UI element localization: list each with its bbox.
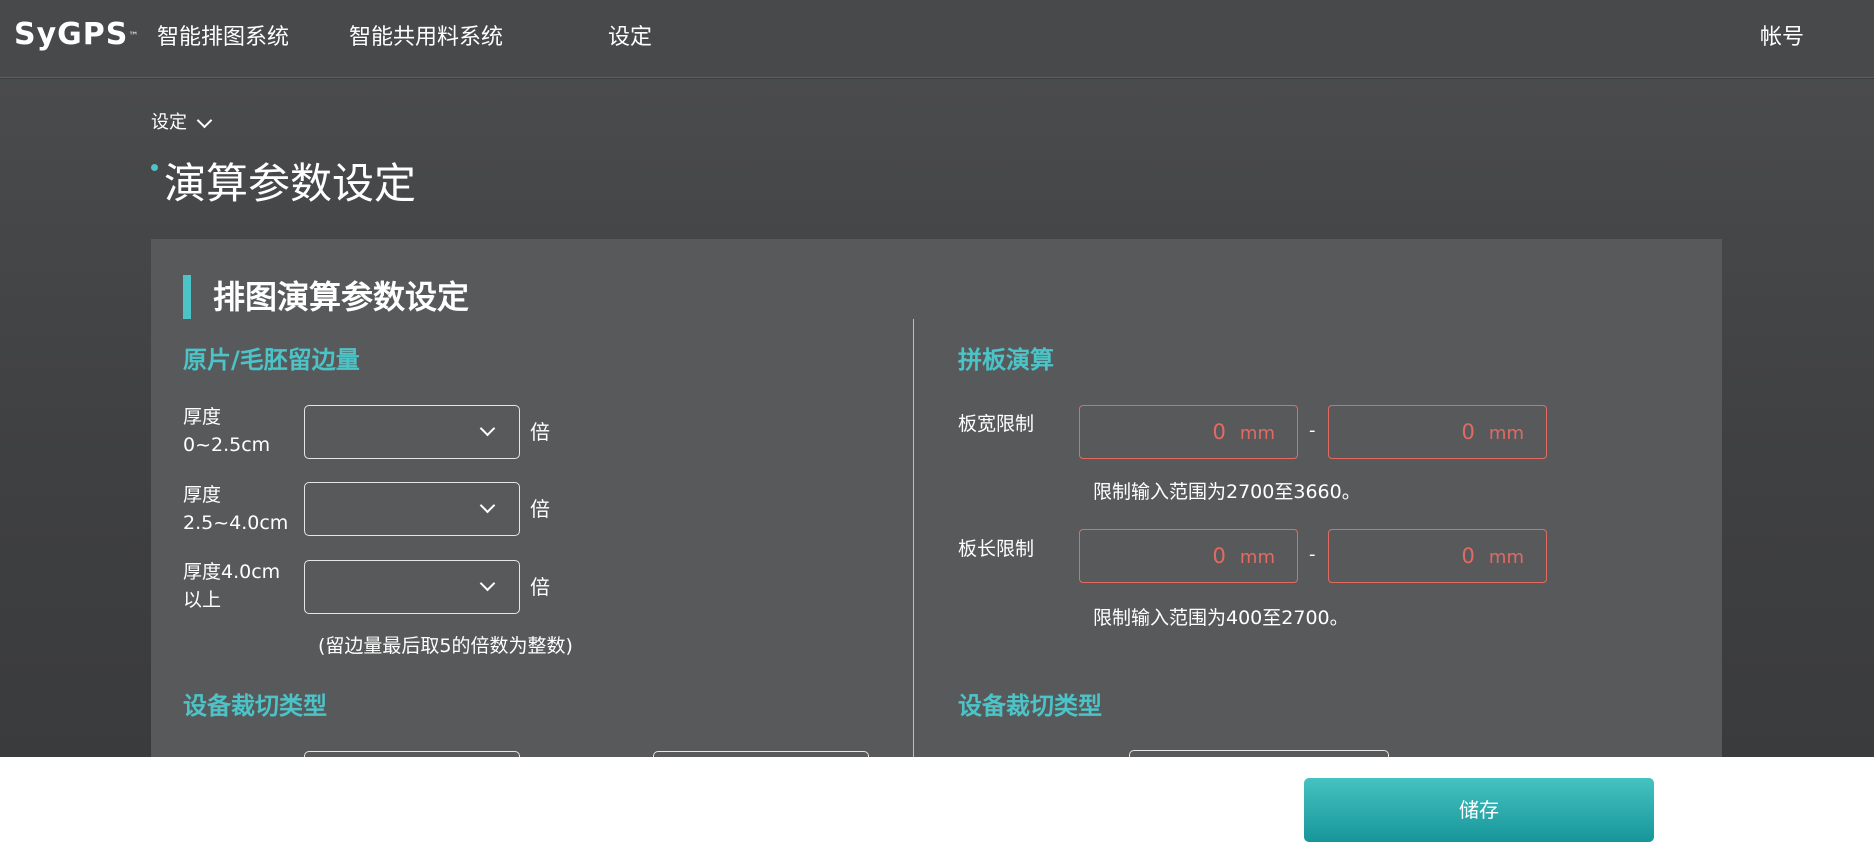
- thickness-row-3-label: 厚度4.0cm 以上: [183, 558, 280, 614]
- breadcrumb-settings[interactable]: 设定: [151, 111, 213, 135]
- length-limit-min-input[interactable]: 0 mm: [1079, 529, 1298, 583]
- chevron-down-icon: [479, 420, 496, 437]
- length-limit-max-value: 0: [1461, 544, 1475, 568]
- column-divider: [913, 319, 914, 757]
- thickness-row-2-select[interactable]: [304, 482, 520, 536]
- width-limit-min-value: 0: [1212, 420, 1226, 444]
- thickness-row-3-select[interactable]: [304, 560, 520, 614]
- breadcrumb-label: 设定: [151, 112, 187, 133]
- page-title: 演算参数设定: [164, 159, 417, 208]
- length-limit-max-input[interactable]: 0 mm: [1328, 529, 1547, 583]
- thickness-row-2-label: 厚度 2.5~4.0cm: [183, 481, 288, 537]
- section-title-margin: 原片/毛胚留边量: [183, 346, 360, 374]
- width-limit-min-unit: mm: [1239, 423, 1275, 444]
- account-menu[interactable]: 帐号: [1760, 22, 1804, 54]
- chevron-down-icon: [196, 112, 213, 128]
- width-limit-label: 板宽限制: [958, 413, 1035, 435]
- title-dot-icon: [151, 164, 158, 171]
- thickness-row-3-unit: 倍: [530, 575, 550, 599]
- bottom-action-bar: 储存: [0, 757, 1874, 853]
- width-limit-max-value: 0: [1461, 420, 1475, 444]
- sygps-logo[interactable]: SyGPS™: [14, 16, 139, 54]
- length-limit-min-unit: mm: [1239, 547, 1275, 568]
- nav-item-smart-shared-material[interactable]: 智能共用料系统: [349, 22, 503, 54]
- nav-item-smart-layout[interactable]: 智能排图系统: [157, 22, 289, 54]
- section-title-panel-calculation: 拼板演算: [958, 346, 1054, 374]
- margin-note: (留边量最后取5的倍数为整数): [318, 635, 573, 657]
- length-limit-hint: 限制输入范围为400至2700。: [1093, 607, 1349, 629]
- layout-calculation-settings-card: 排图演算参数设定 原片/毛胚留边量 厚度 0~2.5cm 倍 厚度 2.5~4.…: [151, 239, 1722, 771]
- logo-text: SyGPS: [14, 17, 129, 52]
- width-limit-separator: -: [1309, 420, 1316, 441]
- width-limit-hint: 限制输入范围为2700至3660。: [1093, 481, 1361, 503]
- length-limit-min-value: 0: [1212, 544, 1226, 568]
- thickness-row-2-label-line1: 厚度: [183, 484, 222, 506]
- save-button[interactable]: 储存: [1304, 778, 1654, 842]
- length-limit-separator: -: [1309, 544, 1316, 565]
- width-limit-min-input[interactable]: 0 mm: [1079, 405, 1298, 459]
- section-title-cut-type-left: 设备裁切类型: [183, 692, 327, 720]
- thickness-row-2-label-line2: 2.5~4.0cm: [183, 512, 289, 534]
- thickness-row-1-label-line2: 0~2.5cm: [183, 434, 271, 456]
- length-limit-max-unit: mm: [1488, 547, 1524, 568]
- width-limit-max-input[interactable]: 0 mm: [1328, 405, 1547, 459]
- logo-trademark: ™: [128, 31, 140, 42]
- thickness-row-1-label-line1: 厚度: [183, 406, 222, 428]
- top-navigation-bar: SyGPS™ 智能排图系统 智能共用料系统 设定 帐号: [0, 0, 1874, 78]
- chevron-down-icon: [479, 575, 496, 592]
- thickness-row-2-unit: 倍: [530, 497, 550, 521]
- thickness-row-3-label-line2: 以上: [183, 589, 222, 611]
- width-limit-max-unit: mm: [1488, 423, 1524, 444]
- thickness-row-1-label: 厚度 0~2.5cm: [183, 403, 270, 459]
- thickness-row-3-label-line1: 厚度4.0cm: [183, 561, 281, 583]
- thickness-row-1-unit: 倍: [530, 420, 550, 444]
- thickness-row-1-select[interactable]: [304, 405, 520, 459]
- chevron-down-icon: [479, 497, 496, 514]
- nav-item-settings[interactable]: 设定: [608, 22, 652, 54]
- section-title-cut-type-right: 设备裁切类型: [958, 692, 1102, 720]
- card-title: 排图演算参数设定: [183, 275, 469, 319]
- length-limit-label: 板长限制: [958, 538, 1035, 560]
